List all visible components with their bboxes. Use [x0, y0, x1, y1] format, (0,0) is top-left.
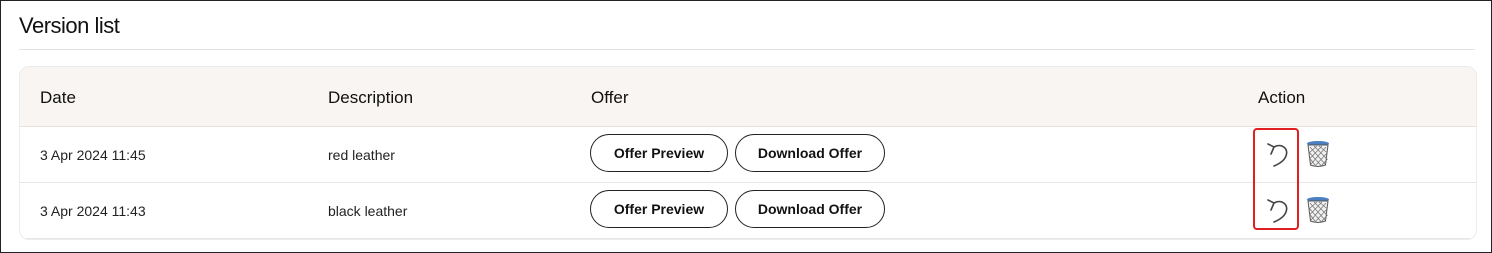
row-date: 3 Apr 2024 11:43	[40, 203, 146, 219]
title-divider	[19, 49, 1475, 50]
offer-preview-button[interactable]: Offer Preview	[590, 134, 728, 172]
undo-icon[interactable]	[1262, 195, 1292, 225]
table-row: 3 Apr 2024 11:43 black leather Offer Pre…	[20, 183, 1476, 239]
table-row: 3 Apr 2024 11:45 red leather Offer Previ…	[20, 127, 1476, 183]
version-table: Date Description Offer Action 3 Apr 2024…	[19, 66, 1477, 240]
column-header-description: Description	[328, 88, 414, 107]
download-offer-button[interactable]: Download Offer	[735, 190, 885, 228]
table-header: Date Description Offer Action	[20, 67, 1476, 127]
trash-icon[interactable]	[1305, 140, 1331, 168]
page-title: Version list	[19, 13, 120, 38]
row-description: black leather	[328, 203, 408, 219]
undo-icon[interactable]	[1262, 139, 1292, 169]
column-header-action: Action	[1258, 88, 1306, 107]
column-header-date: Date	[40, 88, 76, 107]
row-description: red leather	[328, 147, 395, 163]
trash-icon[interactable]	[1305, 196, 1331, 224]
row-date: 3 Apr 2024 11:45	[40, 147, 146, 163]
version-list-panel: Version list Date Description Offer Acti…	[0, 0, 1492, 253]
column-header-offer: Offer	[591, 88, 629, 107]
download-offer-button[interactable]: Download Offer	[735, 134, 885, 172]
offer-preview-button[interactable]: Offer Preview	[590, 190, 728, 228]
